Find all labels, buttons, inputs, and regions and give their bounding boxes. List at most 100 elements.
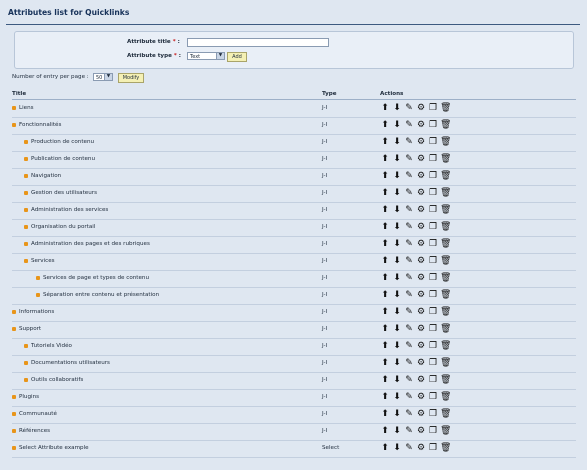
attribute-title-input[interactable] <box>187 38 329 47</box>
edit-icon[interactable]: ✎ <box>404 273 414 283</box>
copy-icon[interactable]: ❐ <box>428 341 438 351</box>
row-title[interactable]: Séparation entre contenu et présentation <box>43 292 159 298</box>
copy-icon[interactable]: ❐ <box>428 392 438 402</box>
row-title[interactable]: Select Attribute example <box>19 445 89 451</box>
row-title[interactable]: Administration des services <box>31 207 108 213</box>
move-up-icon[interactable]: ⬆ <box>380 443 390 453</box>
copy-icon[interactable]: ❐ <box>428 375 438 385</box>
move-down-icon[interactable]: ⬇ <box>392 205 402 215</box>
delete-icon[interactable]: 🗑 <box>440 375 451 385</box>
edit-icon[interactable]: ✎ <box>404 120 414 130</box>
properties-icon[interactable]: ⚙ <box>416 409 426 419</box>
edit-icon[interactable]: ✎ <box>404 426 414 436</box>
edit-icon[interactable]: ✎ <box>404 205 414 215</box>
delete-icon[interactable]: 🗑 <box>440 137 451 147</box>
properties-icon[interactable]: ⚙ <box>416 188 426 198</box>
properties-icon[interactable]: ⚙ <box>416 120 426 130</box>
edit-icon[interactable]: ✎ <box>404 239 414 249</box>
delete-icon[interactable]: 🗑 <box>440 256 451 266</box>
copy-icon[interactable]: ❐ <box>428 222 438 232</box>
properties-icon[interactable]: ⚙ <box>416 358 426 368</box>
row-title[interactable]: Services <box>31 258 55 264</box>
row-title[interactable]: Administration des pages et des rubrique… <box>31 241 150 247</box>
row-title[interactable]: Organisation du portail <box>31 224 95 230</box>
move-up-icon[interactable]: ⬆ <box>380 137 390 147</box>
move-up-icon[interactable]: ⬆ <box>380 375 390 385</box>
move-up-icon[interactable]: ⬆ <box>380 188 390 198</box>
delete-icon[interactable]: 🗑 <box>440 171 451 181</box>
copy-icon[interactable]: ❐ <box>428 171 438 181</box>
edit-icon[interactable]: ✎ <box>404 409 414 419</box>
properties-icon[interactable]: ⚙ <box>416 426 426 436</box>
move-down-icon[interactable]: ⬇ <box>392 358 402 368</box>
edit-icon[interactable]: ✎ <box>404 188 414 198</box>
copy-icon[interactable]: ❐ <box>428 239 438 249</box>
move-up-icon[interactable]: ⬆ <box>380 103 390 113</box>
move-up-icon[interactable]: ⬆ <box>380 239 390 249</box>
move-up-icon[interactable]: ⬆ <box>380 358 390 368</box>
move-up-icon[interactable]: ⬆ <box>380 171 390 181</box>
delete-icon[interactable]: 🗑 <box>440 273 451 283</box>
row-title[interactable]: Informations <box>19 309 54 315</box>
delete-icon[interactable]: 🗑 <box>440 307 451 317</box>
attribute-type-select[interactable]: Text ▼ <box>187 52 225 60</box>
edit-icon[interactable]: ✎ <box>404 392 414 402</box>
move-up-icon[interactable]: ⬆ <box>380 154 390 164</box>
edit-icon[interactable]: ✎ <box>404 256 414 266</box>
delete-icon[interactable]: 🗑 <box>440 409 451 419</box>
row-title[interactable]: Documentations utilisateurs <box>31 360 110 366</box>
properties-icon[interactable]: ⚙ <box>416 239 426 249</box>
delete-icon[interactable]: 🗑 <box>440 392 451 402</box>
properties-icon[interactable]: ⚙ <box>416 154 426 164</box>
move-down-icon[interactable]: ⬇ <box>392 443 402 453</box>
move-down-icon[interactable]: ⬇ <box>392 290 402 300</box>
properties-icon[interactable]: ⚙ <box>416 307 426 317</box>
edit-icon[interactable]: ✎ <box>404 103 414 113</box>
delete-icon[interactable]: 🗑 <box>440 120 451 130</box>
row-title[interactable]: Publication de contenu <box>31 156 95 162</box>
delete-icon[interactable]: 🗑 <box>440 426 451 436</box>
edit-icon[interactable]: ✎ <box>404 154 414 164</box>
move-up-icon[interactable]: ⬆ <box>380 426 390 436</box>
edit-icon[interactable]: ✎ <box>404 137 414 147</box>
copy-icon[interactable]: ❐ <box>428 307 438 317</box>
edit-icon[interactable]: ✎ <box>404 358 414 368</box>
row-title[interactable]: Navigation <box>31 173 61 179</box>
move-down-icon[interactable]: ⬇ <box>392 341 402 351</box>
row-title[interactable]: Gestion des utilisateurs <box>31 190 97 196</box>
move-up-icon[interactable]: ⬆ <box>380 120 390 130</box>
move-down-icon[interactable]: ⬇ <box>392 324 402 334</box>
move-down-icon[interactable]: ⬇ <box>392 426 402 436</box>
move-up-icon[interactable]: ⬆ <box>380 324 390 334</box>
copy-icon[interactable]: ❐ <box>428 290 438 300</box>
move-down-icon[interactable]: ⬇ <box>392 222 402 232</box>
edit-icon[interactable]: ✎ <box>404 324 414 334</box>
move-down-icon[interactable]: ⬇ <box>392 409 402 419</box>
properties-icon[interactable]: ⚙ <box>416 443 426 453</box>
move-up-icon[interactable]: ⬆ <box>380 273 390 283</box>
edit-icon[interactable]: ✎ <box>404 443 414 453</box>
move-down-icon[interactable]: ⬇ <box>392 137 402 147</box>
edit-icon[interactable]: ✎ <box>404 290 414 300</box>
move-down-icon[interactable]: ⬇ <box>392 307 402 317</box>
delete-icon[interactable]: 🗑 <box>440 290 451 300</box>
edit-icon[interactable]: ✎ <box>404 341 414 351</box>
properties-icon[interactable]: ⚙ <box>416 222 426 232</box>
modify-button[interactable]: Modify <box>118 73 144 83</box>
delete-icon[interactable]: 🗑 <box>440 239 451 249</box>
move-up-icon[interactable]: ⬆ <box>380 307 390 317</box>
move-up-icon[interactable]: ⬆ <box>380 205 390 215</box>
add-button[interactable]: Add <box>227 52 247 62</box>
properties-icon[interactable]: ⚙ <box>416 103 426 113</box>
row-title[interactable]: Plugins <box>19 394 39 400</box>
delete-icon[interactable]: 🗑 <box>440 205 451 215</box>
delete-icon[interactable]: 🗑 <box>440 222 451 232</box>
move-down-icon[interactable]: ⬇ <box>392 188 402 198</box>
properties-icon[interactable]: ⚙ <box>416 392 426 402</box>
row-title[interactable]: Production de contenu <box>31 139 94 145</box>
move-down-icon[interactable]: ⬇ <box>392 273 402 283</box>
edit-icon[interactable]: ✎ <box>404 307 414 317</box>
delete-icon[interactable]: 🗑 <box>440 188 451 198</box>
copy-icon[interactable]: ❐ <box>428 324 438 334</box>
move-up-icon[interactable]: ⬆ <box>380 256 390 266</box>
